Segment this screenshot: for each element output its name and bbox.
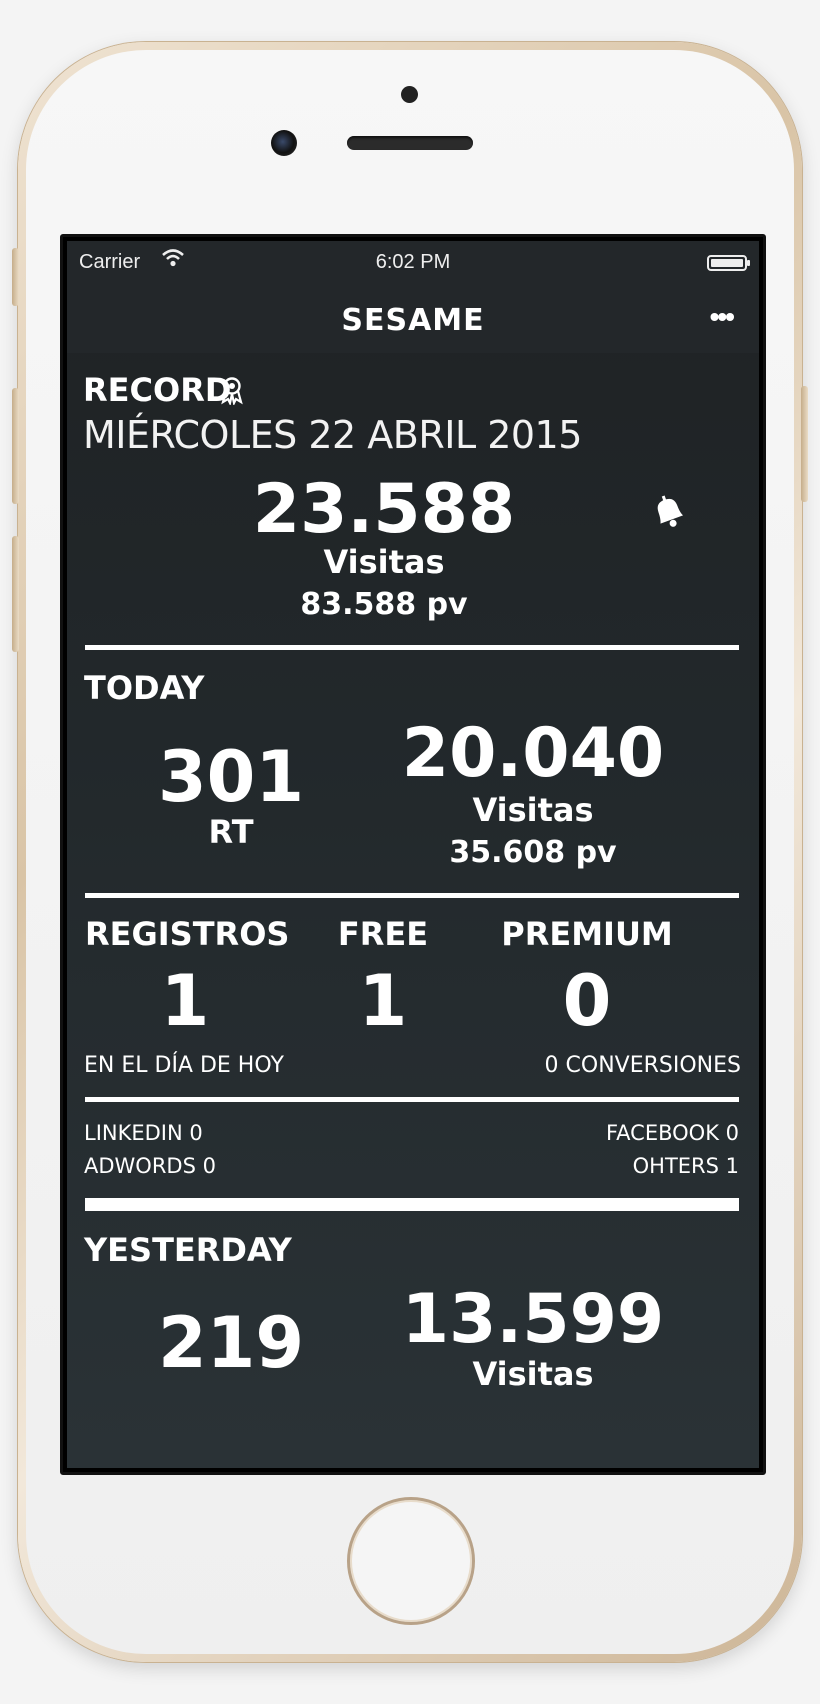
proximity-sensor xyxy=(401,86,418,103)
divider xyxy=(85,645,739,650)
record-date: MIÉRCOLES 22 ABRIL 2015 xyxy=(83,413,582,457)
navigation-bar: SESAME ••• xyxy=(67,285,759,353)
registros-value: 1 xyxy=(160,960,210,1042)
power-button xyxy=(801,386,808,502)
free-value: 1 xyxy=(358,960,408,1042)
premium-label: PREMIUM xyxy=(501,915,673,953)
today-rt-label: RT xyxy=(208,813,254,851)
record-visits-label: Visitas xyxy=(323,543,445,581)
today-rt-value: 301 xyxy=(157,736,305,818)
nav-title: SESAME xyxy=(341,303,485,338)
divider xyxy=(85,1198,739,1211)
mute-switch xyxy=(12,248,19,306)
front-camera-icon xyxy=(271,130,297,156)
home-button[interactable] xyxy=(347,1497,475,1625)
earpiece-speaker xyxy=(347,136,473,150)
registros-label: REGISTROS xyxy=(85,915,290,953)
day-note: EN EL DÍA DE HOY xyxy=(84,1053,284,1078)
screen: Carrier 6:02 PM SESAME ••• RECORD MIÉRCO… xyxy=(60,234,766,1475)
record-pv: 83.588 pv xyxy=(300,587,468,622)
adwords-count: ADWORDS 0 xyxy=(84,1154,216,1178)
status-bar: Carrier 6:02 PM xyxy=(67,241,759,285)
status-time: 6:02 PM xyxy=(375,251,451,273)
today-label: TODAY xyxy=(84,669,205,707)
yesterday-visits-value: 13.599 xyxy=(401,1280,665,1359)
linkedin-count: LINKEDIN 0 xyxy=(84,1121,203,1145)
record-visits-value: 23.588 xyxy=(252,470,516,549)
today-pv: 35.608 pv xyxy=(449,835,617,870)
others-count: OHTERS 1 xyxy=(632,1154,739,1178)
yesterday-rt-value: 219 xyxy=(157,1302,305,1384)
conversions-note: 0 CONVERSIONES xyxy=(544,1053,741,1078)
today-visits-value: 20.040 xyxy=(401,714,665,793)
yesterday-visits-label: Visitas xyxy=(472,1355,594,1393)
divider xyxy=(85,1097,739,1102)
volume-up-button xyxy=(12,388,19,504)
more-menu-button[interactable]: ••• xyxy=(710,301,735,333)
award-icon xyxy=(219,375,245,410)
facebook-count: FACEBOOK 0 xyxy=(606,1121,739,1145)
battery-icon xyxy=(707,255,750,271)
premium-value: 0 xyxy=(562,960,612,1042)
yesterday-label: YESTERDAY xyxy=(84,1231,292,1269)
volume-down-button xyxy=(12,536,19,652)
bell-icon[interactable] xyxy=(649,493,689,536)
today-visits-label: Visitas xyxy=(472,791,594,829)
free-label: FREE xyxy=(337,915,429,953)
divider xyxy=(85,893,739,898)
app-view: Carrier 6:02 PM SESAME ••• RECORD MIÉRCO… xyxy=(67,241,759,1468)
record-label: RECORD xyxy=(83,371,232,409)
